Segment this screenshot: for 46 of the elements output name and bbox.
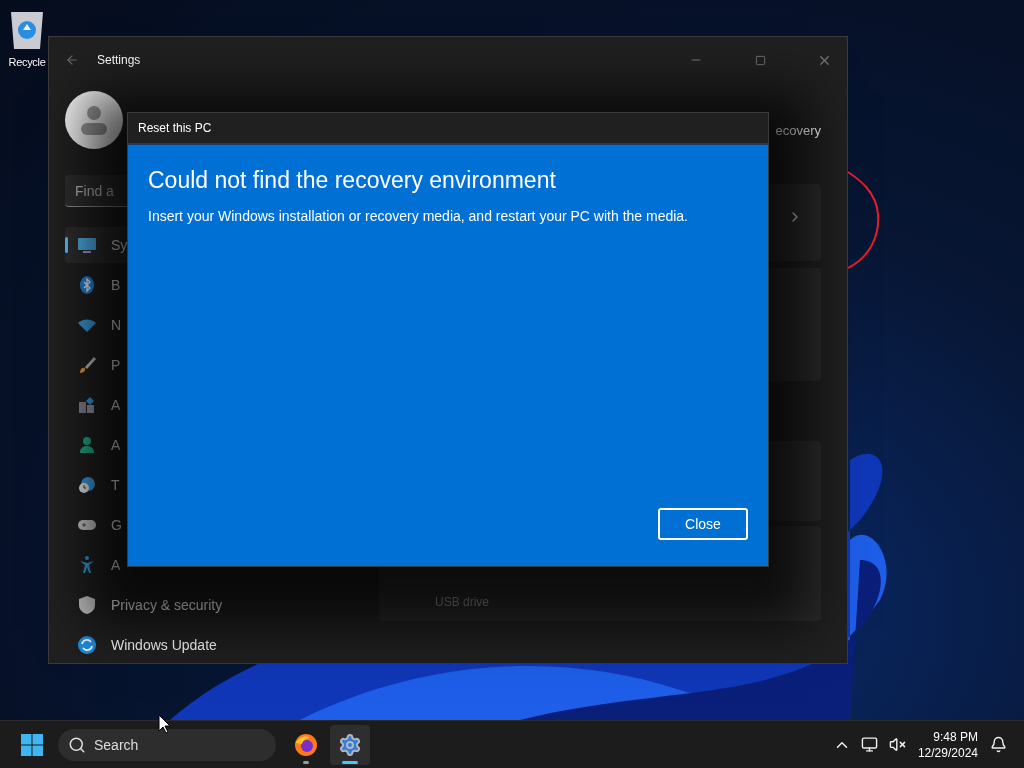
refresh-icon (77, 635, 97, 655)
clock-date[interactable]: 12/29/2024 (917, 744, 978, 761)
monitor-icon (77, 235, 97, 255)
nav-item[interactable]: T (65, 467, 345, 503)
search-icon (68, 735, 86, 754)
back-icon[interactable] (65, 53, 79, 67)
shield-icon (77, 595, 97, 615)
fox-globe-icon (294, 732, 318, 757)
bluetooth-icon (77, 275, 97, 295)
nav-item[interactable]: G (65, 507, 345, 543)
brush-icon (77, 355, 97, 375)
close-button[interactable]: Close (658, 508, 748, 540)
windows-logo-icon (21, 733, 43, 756)
nav-label: N (111, 317, 122, 333)
nav-label: Sy (111, 237, 128, 253)
cursor-icon (158, 714, 172, 734)
maximize-icon (754, 54, 766, 66)
clock-time[interactable]: 9:48 PM (933, 728, 978, 745)
dialog-heading: Could not find the recovery environment (148, 167, 557, 194)
nav-item[interactable]: Privacy & security (65, 587, 345, 623)
nav-label: T (111, 477, 120, 493)
nav-label: A (111, 557, 121, 573)
window-title: Settings (97, 53, 141, 67)
desktop-icon-label[interactable]: Recycle (8, 56, 46, 68)
apps-icon (77, 395, 97, 415)
nav-item[interactable]: A (65, 387, 345, 423)
nav-label: Privacy & security (111, 597, 223, 613)
nav-item[interactable]: A (65, 427, 345, 463)
nav-item[interactable]: B (65, 267, 345, 303)
nav-label: P (111, 357, 121, 373)
dialog-title: Reset this PC (138, 121, 212, 135)
dialog-message: Insert your Windows installation or recovery media, and restart your PC with the media. (148, 208, 689, 224)
nav-label: A (111, 437, 121, 453)
taskbar-app-button[interactable] (330, 724, 370, 765)
nav-item[interactable]: N (65, 307, 345, 343)
person-icon (77, 435, 97, 455)
taskbar-search-field[interactable]: Search (58, 728, 276, 761)
nav-item[interactable]: P (65, 347, 345, 383)
nav-label: Windows Update (111, 637, 217, 653)
nav-label: B (111, 277, 121, 293)
breadcrumb-text: ecovery (775, 123, 821, 138)
nav-item[interactable]: Windows Update (65, 627, 345, 663)
gear-icon (338, 732, 362, 757)
clock-globe-icon (77, 475, 97, 495)
nav-label: A (111, 397, 121, 413)
nav-label: G (111, 517, 122, 533)
